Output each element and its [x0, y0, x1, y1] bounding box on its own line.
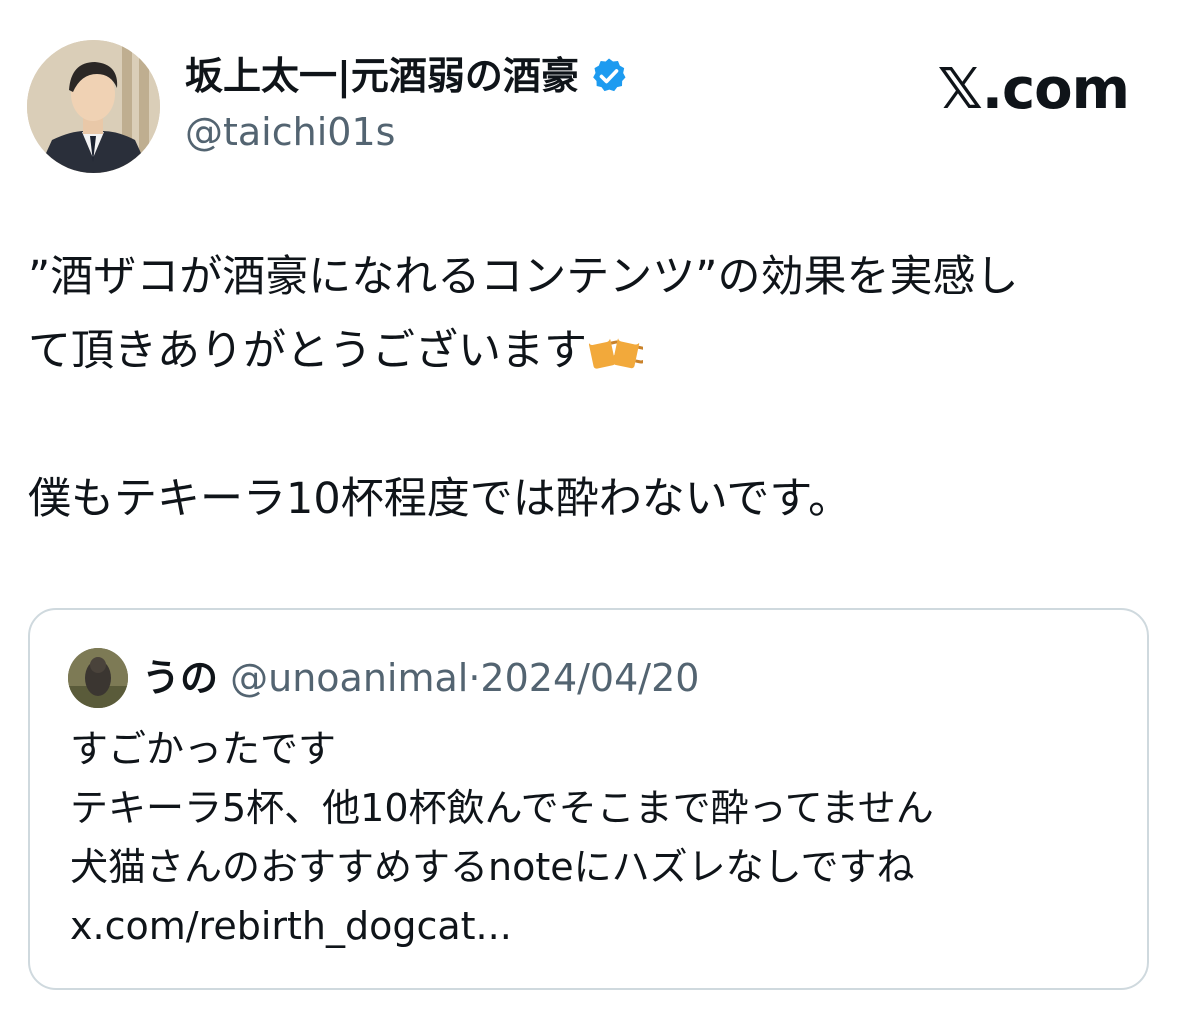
tweet-text-line-1: ”酒ザコが酒豪になれるコンテンツ”の効果を実感し [28, 252, 1019, 302]
quoted-link[interactable]: x.com/rebirth_dogcat... [70, 904, 512, 948]
tweet-text-line-2: て頂きありがとうございます [28, 326, 587, 376]
verified-badge-icon[interactable] [589, 56, 629, 96]
x-com-logo: 𝕏.com [937, 57, 1130, 122]
quoted-line-3: 犬猫さんのおすすめするnoteにハズレなしですね [70, 845, 915, 889]
tweet-text-line-3: 僕もテキーラ10杯程度では酔わないです。 [28, 474, 852, 524]
avatar-illustration [27, 40, 160, 173]
quoted-line-2: テキーラ5杯、他10杯飲んでそこまで酔ってません [70, 786, 934, 830]
clinking-beer-mugs-icon [587, 322, 650, 369]
profile-avatar[interactable] [27, 40, 160, 173]
quoted-user-handle[interactable]: @unoanimal [230, 656, 468, 700]
quoted-tweet-card[interactable]: うの @unoanimal·2024/04/20 すごかったです テキーラ5杯、… [28, 608, 1149, 990]
separator-dot: · [468, 656, 481, 700]
quoted-tweet-header: うの @unoanimal·2024/04/20 [142, 654, 699, 702]
quoted-tweet-text: すごかったです テキーラ5杯、他10杯飲んでそこまで酔ってません 犬猫さんのおす… [70, 720, 1130, 956]
user-handle[interactable]: @taichi01s [185, 108, 395, 156]
display-name-row: 坂上太一|元酒弱の酒豪 [185, 52, 629, 100]
display-name[interactable]: 坂上太一|元酒弱の酒豪 [185, 52, 579, 100]
quoted-tweet-date[interactable]: 2024/04/20 [480, 656, 699, 700]
quoted-avatar-image [68, 648, 128, 708]
quoted-user-name[interactable]: うの [142, 656, 218, 700]
quoted-user-avatar[interactable] [68, 648, 128, 708]
tweet-text: ”酒ザコが酒豪になれるコンテンツ”の効果を実感し て頂きありがとうございます 僕… [28, 240, 1153, 536]
quoted-line-1: すごかったです [70, 727, 337, 771]
